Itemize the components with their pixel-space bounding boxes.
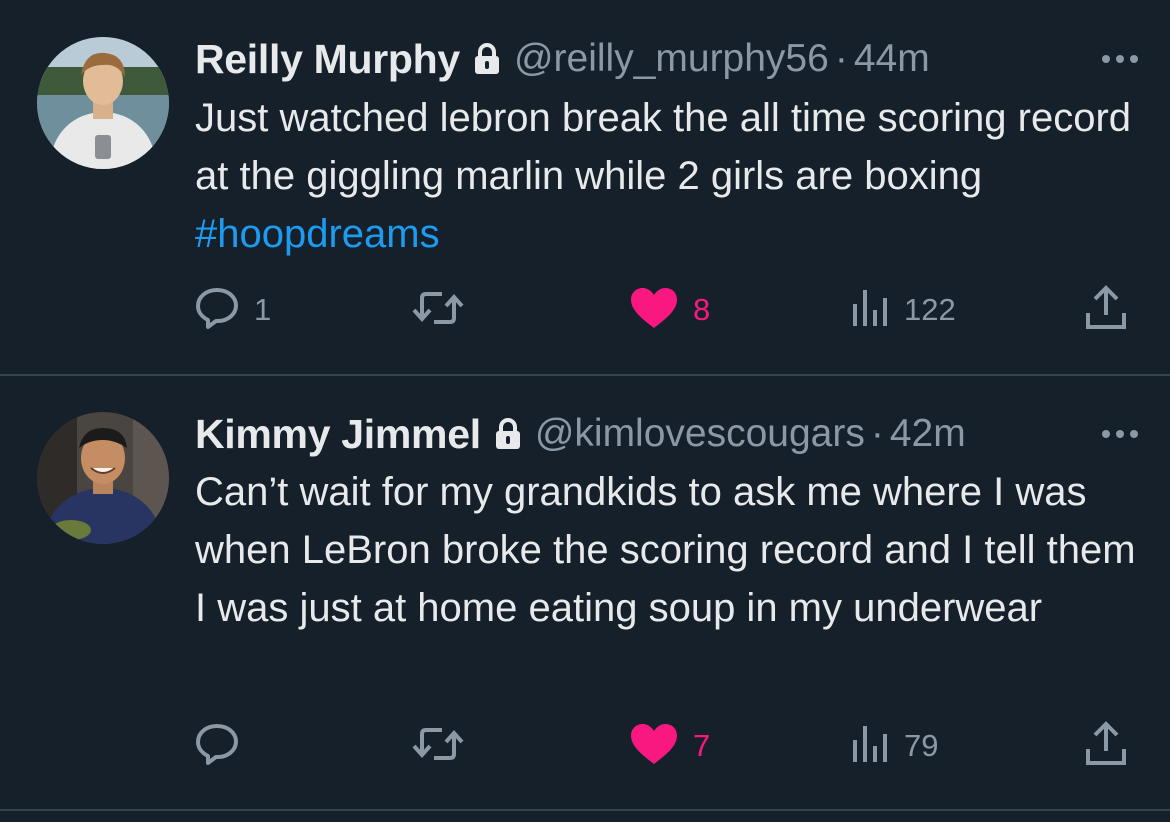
- separator: ·: [834, 37, 848, 80]
- reply-button[interactable]: 1: [194, 285, 271, 335]
- action-bar: 1 8 122: [0, 284, 1170, 336]
- tweet[interactable]: Kimmy Jimmel @kimlovescougars · 42m Can’…: [0, 376, 1170, 809]
- timestamp[interactable]: 42m: [890, 412, 966, 456]
- views-button[interactable]: 79: [850, 721, 938, 771]
- share-icon: [1084, 720, 1128, 772]
- reply-icon: [194, 286, 240, 335]
- tweet-text: Can’t wait for my grandkids to ask me wh…: [195, 463, 1145, 637]
- author-handle[interactable]: @kimlovescougars: [535, 412, 865, 456]
- like-count: 8: [693, 292, 711, 327]
- like-button[interactable]: 7: [629, 721, 710, 771]
- views-button[interactable]: 122: [850, 285, 956, 335]
- reply-button[interactable]: [194, 721, 254, 771]
- reply-count: 1: [254, 292, 272, 327]
- action-bar: 7 79: [0, 720, 1170, 772]
- like-button[interactable]: 8: [629, 285, 710, 335]
- share-button[interactable]: [1084, 720, 1128, 772]
- author-name[interactable]: Reilly Murphy: [195, 36, 460, 83]
- tweet-text-content: Can’t wait for my grandkids to ask me wh…: [195, 470, 1136, 630]
- share-icon: [1084, 284, 1128, 336]
- tweet-text-content: Just watched lebron break the all time s…: [195, 96, 1132, 198]
- tweet-text: Just watched lebron break the all time s…: [195, 89, 1145, 263]
- separator: ·: [870, 412, 884, 455]
- retweet-icon: [412, 288, 464, 333]
- views-icon: [850, 288, 890, 333]
- tweet-header: Kimmy Jimmel @kimlovescougars · 42m: [195, 409, 1140, 459]
- avatar[interactable]: [37, 412, 169, 544]
- retweet-button[interactable]: [412, 285, 464, 335]
- lock-icon: [474, 43, 500, 75]
- author-handle[interactable]: @reilly_murphy56: [514, 37, 829, 81]
- retweet-button[interactable]: [412, 721, 464, 771]
- timestamp[interactable]: 44m: [854, 37, 930, 81]
- retweet-icon: [412, 724, 464, 769]
- divider: [0, 809, 1170, 811]
- share-button[interactable]: [1084, 284, 1128, 336]
- tweet[interactable]: Reilly Murphy @reilly_murphy56 · 44m Jus…: [0, 0, 1170, 374]
- hashtag-link[interactable]: #hoopdreams: [195, 212, 440, 256]
- lock-icon: [495, 418, 521, 450]
- view-count: 79: [904, 728, 939, 763]
- avatar[interactable]: [37, 37, 169, 169]
- more-icon[interactable]: [1100, 34, 1140, 84]
- more-icon[interactable]: [1100, 409, 1140, 459]
- views-icon: [850, 724, 890, 769]
- tweet-header: Reilly Murphy @reilly_murphy56 · 44m: [195, 34, 1140, 84]
- like-icon: [629, 286, 679, 335]
- author-name[interactable]: Kimmy Jimmel: [195, 411, 481, 458]
- like-count: 7: [693, 728, 711, 763]
- view-count: 122: [904, 292, 956, 327]
- like-icon: [629, 722, 679, 771]
- reply-icon: [194, 722, 240, 771]
